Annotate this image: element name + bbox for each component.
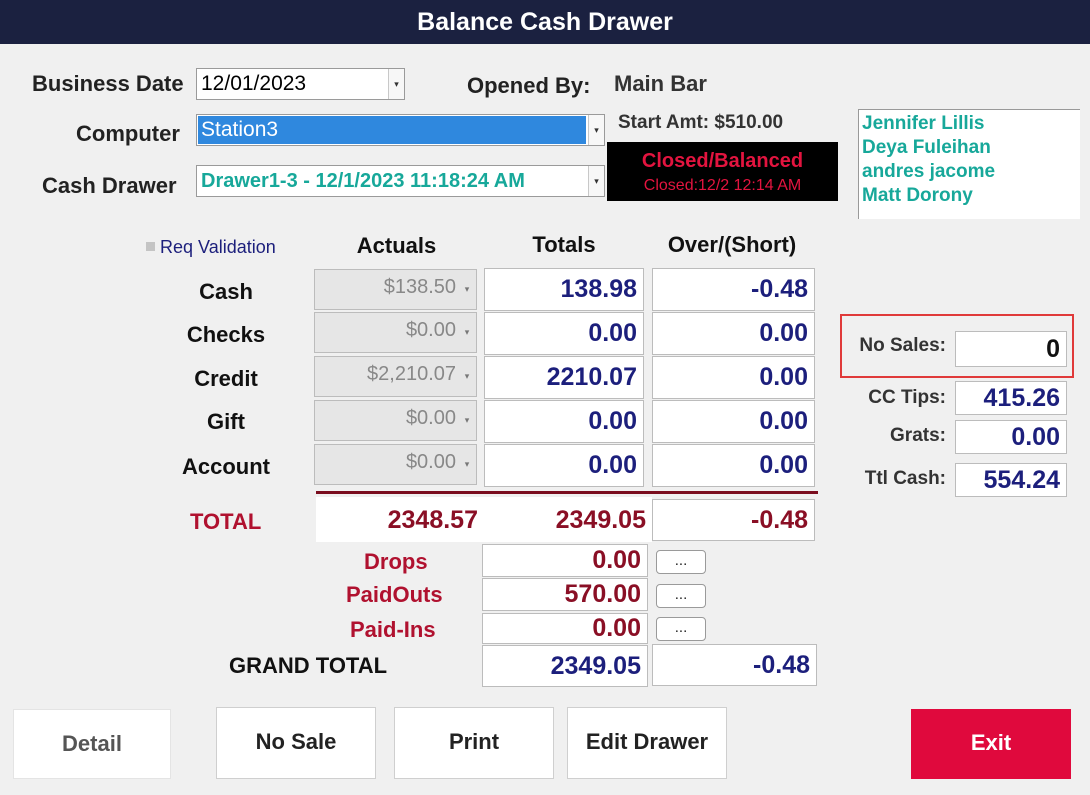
actual-gift-input[interactable]: $0.00 ▾ bbox=[314, 400, 477, 441]
opened-by-value: Main Bar bbox=[614, 71, 707, 96]
cash-drawer-value: Drawer1-3 - 12/1/2023 11:18:24 AM bbox=[201, 170, 525, 192]
business-date-label: Business Date bbox=[32, 71, 184, 96]
total-divider bbox=[316, 491, 818, 494]
grats-value: 0.00 bbox=[955, 420, 1067, 454]
paidouts-label: PaidOuts bbox=[346, 582, 443, 607]
list-item: Matt Dorony bbox=[862, 185, 973, 206]
grand-total-value: 2349.05 bbox=[482, 645, 648, 687]
req-validation-label: Req Validation bbox=[160, 237, 276, 257]
ttl-cash-value: 554.24 bbox=[955, 463, 1067, 497]
total-checks: 0.00 bbox=[484, 312, 644, 355]
cash-drawer-select[interactable]: Drawer1-3 - 12/1/2023 11:18:24 AM ▾ bbox=[196, 165, 605, 197]
total-over: -0.48 bbox=[652, 499, 815, 541]
paidouts-detail-button[interactable]: ... bbox=[656, 584, 706, 608]
paidouts-value: 570.00 bbox=[482, 578, 648, 611]
chevron-down-icon[interactable]: ▾ bbox=[588, 166, 604, 196]
actual-account-value: $0.00 bbox=[405, 451, 456, 473]
paidins-detail-button[interactable]: ... bbox=[656, 617, 706, 641]
grats-label: Grats: bbox=[890, 425, 946, 446]
ttl-cash-label: Ttl Cash: bbox=[864, 468, 946, 489]
row-label-gift: Gift bbox=[207, 409, 245, 434]
actual-cash-input[interactable]: $138.50 ▾ bbox=[314, 269, 477, 310]
no-sales-label: No Sales: bbox=[859, 335, 946, 356]
users-list: Jennifer Lillis Deya Fuleihan andres jac… bbox=[858, 109, 1080, 219]
col-totals: Totals bbox=[532, 232, 596, 257]
start-amount: Start Amt: $510.00 bbox=[618, 112, 784, 133]
paidins-value: 0.00 bbox=[482, 613, 648, 644]
cc-tips-label: CC Tips: bbox=[868, 387, 946, 408]
drops-label: Drops bbox=[364, 549, 428, 574]
list-item: andres jacome bbox=[862, 161, 996, 182]
grand-total-over: -0.48 bbox=[652, 644, 817, 686]
chevron-down-icon[interactable]: ▾ bbox=[588, 115, 604, 145]
actual-credit-value: $2,210.07 bbox=[367, 363, 456, 385]
no-sale-button[interactable]: No Sale bbox=[216, 707, 376, 779]
print-button[interactable]: Print bbox=[394, 707, 554, 779]
list-item: Jennifer Lillis bbox=[862, 113, 985, 134]
chevron-down-icon[interactable]: ▾ bbox=[460, 357, 474, 396]
business-date-picker[interactable]: 12/01/2023 ▾ bbox=[196, 68, 405, 100]
status-sub: Closed:12/2 12:14 AM bbox=[643, 177, 802, 194]
grand-total-label: GRAND TOTAL bbox=[229, 653, 388, 678]
no-sales-value: 0 bbox=[955, 331, 1067, 367]
paidins-label: Paid-Ins bbox=[350, 617, 436, 642]
total-label: TOTAL bbox=[190, 509, 262, 534]
over-cash: -0.48 bbox=[652, 268, 815, 311]
cash-drawer-label: Cash Drawer bbox=[42, 173, 177, 198]
over-gift: 0.00 bbox=[652, 400, 815, 443]
total-credit: 2210.07 bbox=[484, 356, 644, 399]
over-credit: 0.00 bbox=[652, 356, 815, 399]
detail-button[interactable]: Detail bbox=[13, 709, 171, 779]
row-label-credit: Credit bbox=[194, 366, 258, 391]
list-item: Deya Fuleihan bbox=[862, 137, 991, 158]
exit-button[interactable]: Exit bbox=[911, 709, 1071, 779]
opened-by-label: Opened By: bbox=[467, 73, 591, 98]
total-actual: 2348.57 bbox=[387, 506, 478, 534]
total-totals: 2349.05 bbox=[555, 506, 646, 534]
actual-checks-input[interactable]: $0.00 ▾ bbox=[314, 312, 477, 353]
computer-value: Station3 bbox=[198, 116, 586, 144]
total-cash: 138.98 bbox=[484, 268, 644, 311]
total-gift: 0.00 bbox=[484, 400, 644, 443]
row-label-checks: Checks bbox=[186, 322, 266, 347]
business-date-value: 12/01/2023 bbox=[201, 72, 307, 95]
chevron-down-icon[interactable]: ▾ bbox=[388, 69, 404, 99]
window-title: Balance Cash Drawer bbox=[0, 0, 1090, 44]
chevron-down-icon[interactable]: ▾ bbox=[460, 270, 474, 309]
actual-cash-value: $138.50 bbox=[383, 276, 456, 298]
over-account: 0.00 bbox=[652, 444, 815, 487]
drops-detail-button[interactable]: ... bbox=[656, 550, 706, 574]
drops-value: 0.00 bbox=[482, 544, 648, 577]
actual-account-input[interactable]: $0.00 ▾ bbox=[314, 444, 477, 485]
col-actuals: Actuals bbox=[356, 233, 437, 258]
row-label-cash: Cash bbox=[199, 279, 253, 304]
drawer-status-panel: Closed/Balanced Closed:12/2 12:14 AM bbox=[607, 142, 838, 201]
row-label-account: Account bbox=[182, 454, 270, 479]
total-account: 0.00 bbox=[484, 444, 644, 487]
chevron-down-icon[interactable]: ▾ bbox=[460, 401, 474, 440]
chevron-down-icon[interactable]: ▾ bbox=[460, 313, 474, 352]
over-checks: 0.00 bbox=[652, 312, 815, 355]
cc-tips-value: 415.26 bbox=[955, 381, 1067, 415]
edit-drawer-button[interactable]: Edit Drawer bbox=[567, 707, 727, 779]
status-main: Closed/Balanced bbox=[641, 150, 804, 172]
req-validation-checkbox[interactable] bbox=[146, 242, 155, 251]
actual-credit-input[interactable]: $2,210.07 ▾ bbox=[314, 356, 477, 397]
col-over-short: Over/(Short) bbox=[667, 232, 797, 257]
computer-label: Computer bbox=[76, 121, 180, 146]
actual-gift-value: $0.00 bbox=[405, 407, 456, 429]
actual-checks-value: $0.00 bbox=[405, 319, 456, 341]
computer-select[interactable]: Station3 ▾ bbox=[196, 114, 605, 146]
chevron-down-icon[interactable]: ▾ bbox=[460, 445, 474, 484]
